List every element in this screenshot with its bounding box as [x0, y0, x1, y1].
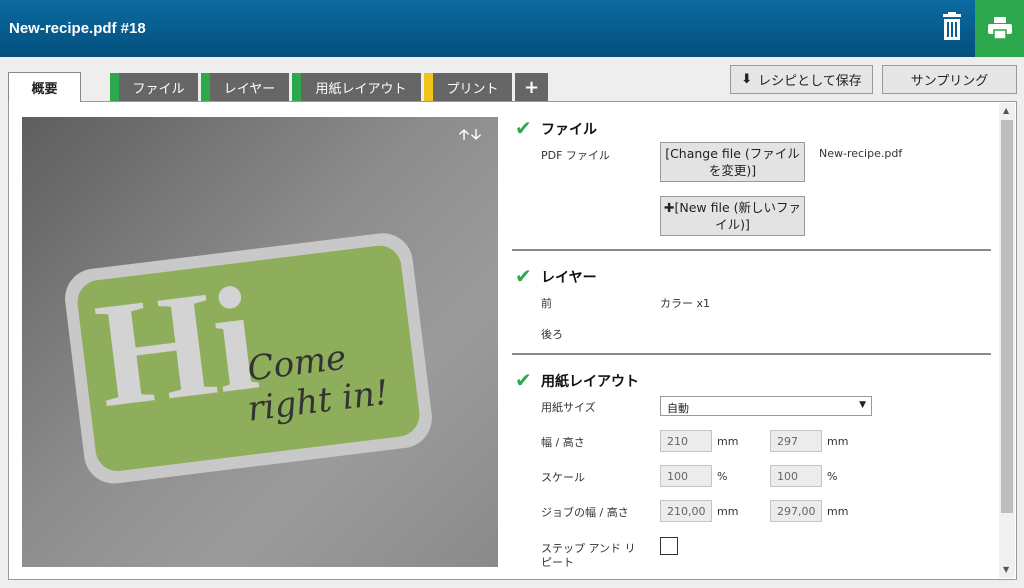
height-input[interactable]: 297 — [770, 430, 822, 452]
move-arrows-icon[interactable]: 🡡🡣 — [459, 124, 483, 148]
section-title-file: ファイル — [541, 122, 597, 138]
tab-overview[interactable]: 概要 — [8, 72, 81, 102]
divider — [512, 249, 991, 251]
scale-y-input[interactable]: 100 — [770, 465, 822, 487]
plus-icon: + — [523, 76, 540, 98]
document-preview: Hi Come right in! — [22, 117, 498, 567]
pdf-filename: New-recipe.pdf — [819, 147, 903, 160]
add-tab-button[interactable]: + — [515, 73, 548, 101]
job-height-input[interactable]: 297,00 — [770, 500, 822, 522]
paper-size-select[interactable]: 自動 ▼ — [660, 396, 872, 416]
document-title: New-recipe.pdf #18 — [9, 20, 146, 37]
plus-icon: ✚ — [664, 200, 675, 215]
scale-x-input[interactable]: 100 — [660, 465, 712, 487]
tab-print[interactable]: プリント — [424, 73, 512, 101]
paper-size-label: 用紙サイズ — [541, 401, 596, 414]
front-value: カラー x1 — [660, 297, 711, 310]
save-as-recipe-button[interactable]: ⬇ レシピとして保存 — [730, 65, 873, 94]
tab-paper-layout[interactable]: 用紙レイアウト — [292, 73, 421, 101]
job-size-label: ジョブの幅 / 高さ — [541, 506, 629, 519]
divider — [512, 353, 991, 355]
back-label: 後ろ — [541, 328, 563, 341]
scale-label: スケール — [541, 471, 585, 484]
print-button[interactable] — [975, 0, 1024, 57]
scroll-down-icon[interactable]: ▼ — [1003, 565, 1009, 574]
preview-big-text: Hi — [88, 255, 265, 439]
title-bar: New-recipe.pdf #18 — [0, 0, 1024, 57]
unit-percent: % — [827, 470, 838, 483]
width-height-label: 幅 / 高さ — [541, 436, 585, 449]
check-icon: ✔ — [515, 368, 532, 392]
trash-icon[interactable] — [938, 12, 966, 42]
front-label: 前 — [541, 297, 552, 310]
unit-mm: mm — [827, 435, 849, 448]
width-input[interactable]: 210 — [660, 430, 712, 452]
unit-mm: mm — [717, 505, 739, 518]
printer-icon — [988, 17, 1012, 39]
pdf-file-label: PDF ファイル — [541, 149, 610, 162]
tab-file[interactable]: ファイル — [110, 73, 198, 101]
sampling-button[interactable]: サンプリング — [882, 65, 1017, 94]
unit-mm: mm — [717, 435, 739, 448]
section-title-paper: 用紙レイアウト — [541, 374, 639, 390]
scroll-up-icon[interactable]: ▲ — [1003, 106, 1009, 115]
job-width-input[interactable]: 210,00 — [660, 500, 712, 522]
unit-mm: mm — [827, 505, 849, 518]
step-repeat-checkbox[interactable] — [660, 537, 678, 555]
step-repeat-label-2: ピート — [541, 556, 574, 569]
chevron-down-icon: ▼ — [859, 400, 866, 410]
change-file-button[interactable]: [Change file (ファイルを変更)] — [660, 142, 805, 182]
unit-percent: % — [717, 470, 728, 483]
download-icon: ⬇ — [741, 72, 753, 87]
check-icon: ✔ — [515, 264, 532, 288]
section-title-layer: レイヤー — [541, 270, 597, 286]
scrollbar[interactable]: ▲ ▼ — [999, 103, 1015, 578]
new-file-button[interactable]: ✚[New file (新しいファイル)] — [660, 196, 805, 236]
check-icon: ✔ — [515, 116, 532, 140]
scrollbar-thumb[interactable] — [1001, 120, 1013, 513]
tab-layer[interactable]: レイヤー — [201, 73, 289, 101]
